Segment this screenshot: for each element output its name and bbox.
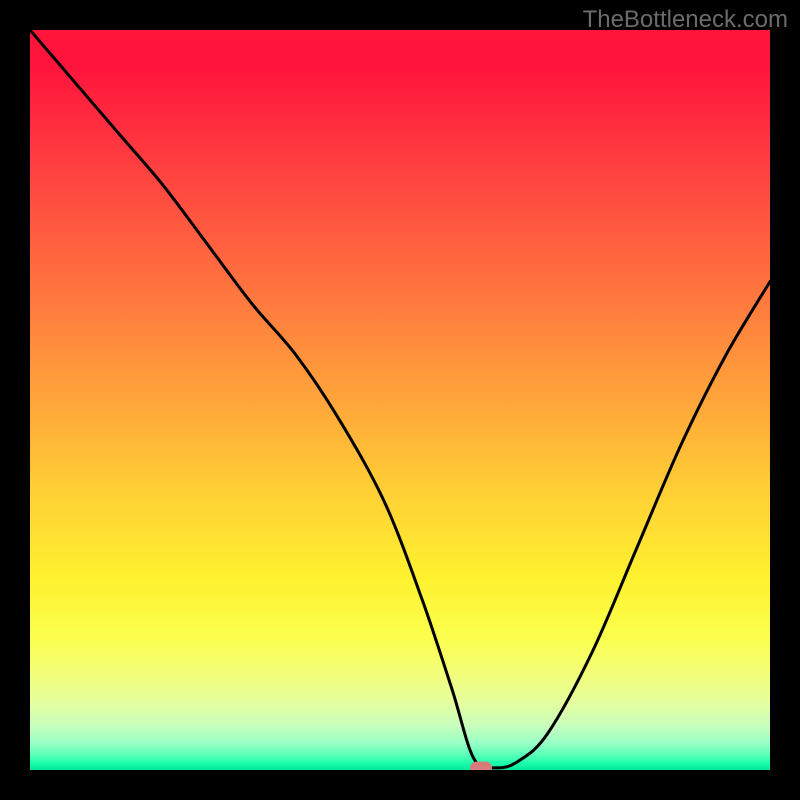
plot-area <box>30 30 770 770</box>
bottleneck-curve <box>30 30 770 768</box>
chart-container: TheBottleneck.com <box>0 0 800 800</box>
optimum-marker <box>470 761 492 770</box>
curve-svg <box>30 30 770 770</box>
watermark-text: TheBottleneck.com <box>583 6 788 34</box>
